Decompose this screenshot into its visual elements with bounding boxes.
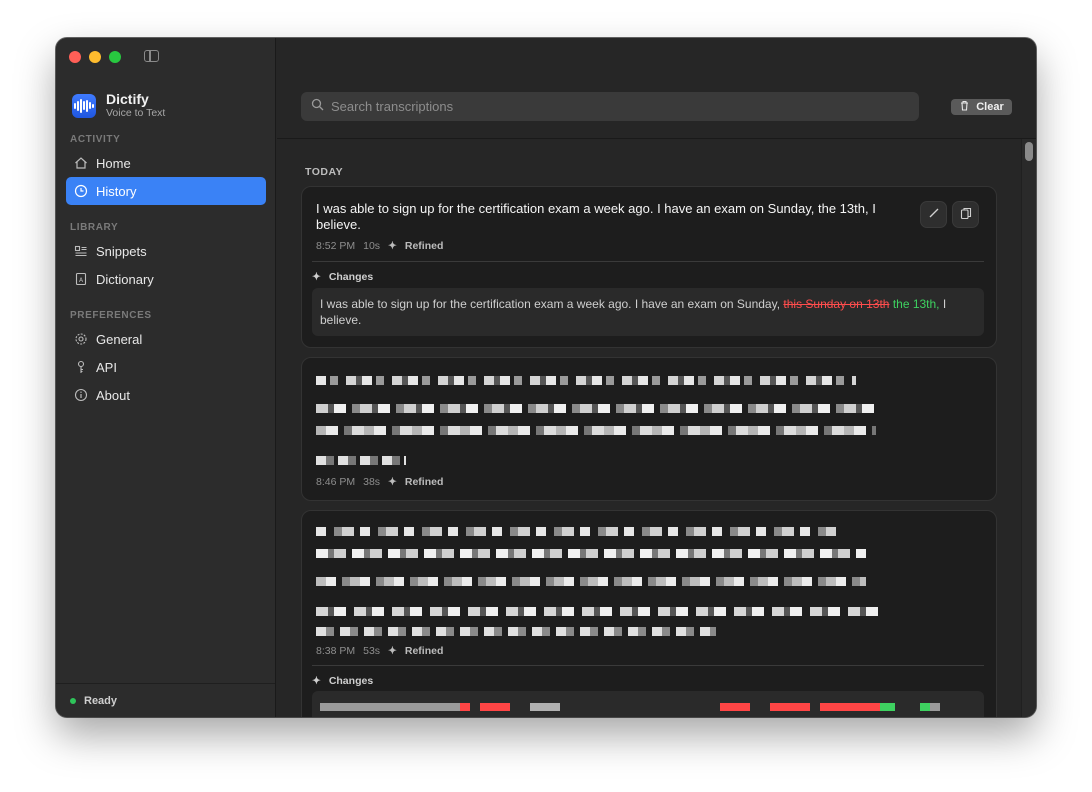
app-window: Dictify Voice to Text ACTIVITY Home Hist… bbox=[56, 38, 1036, 717]
refined-badge: ✦ Refined bbox=[388, 240, 444, 252]
transcription-time: 8:38 PM bbox=[316, 645, 356, 657]
window-controls bbox=[69, 51, 121, 63]
key-icon bbox=[74, 360, 88, 374]
sidebar-item-label: About bbox=[96, 387, 130, 403]
transcription-time: 8:52 PM bbox=[316, 240, 356, 252]
info-icon bbox=[74, 388, 88, 402]
refined-badge: ✦ Refined bbox=[388, 645, 444, 657]
section-label-preferences: PREFERENCES bbox=[70, 310, 152, 321]
search-icon bbox=[311, 98, 324, 116]
section-label-activity: ACTIVITY bbox=[70, 134, 121, 145]
minimize-window-button[interactable] bbox=[89, 51, 101, 63]
changes-header: ✦ Changes bbox=[312, 675, 374, 687]
search-field[interactable] bbox=[301, 92, 919, 121]
transcription-duration: 53s bbox=[363, 645, 381, 657]
zoom-window-button[interactable] bbox=[109, 51, 121, 63]
transcription-time: 8:46 PM bbox=[316, 476, 356, 488]
app-brand: Dictify Voice to Text bbox=[72, 92, 165, 119]
clock-icon bbox=[74, 184, 88, 198]
sidebar-item-label: Dictionary bbox=[96, 271, 154, 287]
sparkle-icon: ✦ bbox=[388, 476, 397, 488]
status-indicator-icon bbox=[70, 697, 76, 704]
pencil-icon bbox=[928, 207, 940, 222]
changes-diff bbox=[312, 691, 984, 717]
divider bbox=[312, 665, 984, 666]
gear-icon bbox=[74, 332, 88, 346]
divider bbox=[312, 261, 984, 262]
transcription-meta: 8:38 PM 53s ✦ Refined bbox=[316, 645, 443, 657]
refined-badge: ✦ Refined bbox=[388, 476, 444, 488]
status-text: Ready bbox=[84, 694, 118, 707]
status-bar: Ready bbox=[56, 683, 275, 717]
history-list: TODAY I was able to sign up for the cert… bbox=[277, 139, 1036, 717]
sidebar-item-label: Home bbox=[96, 155, 131, 171]
toolbar: Clear bbox=[277, 38, 1036, 139]
scroll-thumb[interactable] bbox=[1025, 142, 1033, 161]
transcription-card[interactable]: I was able to sign up for the certificat… bbox=[301, 186, 997, 348]
sparkle-icon: ✦ bbox=[312, 271, 321, 283]
search-input[interactable] bbox=[331, 99, 891, 114]
changes-diff: I was able to sign up for the certificat… bbox=[312, 288, 984, 336]
day-header: TODAY bbox=[305, 166, 344, 178]
sparkle-icon: ✦ bbox=[312, 675, 321, 687]
svg-text:A: A bbox=[79, 277, 84, 284]
transcription-duration: 38s bbox=[363, 476, 381, 488]
sparkle-icon: ✦ bbox=[388, 240, 397, 252]
sidebar-item-history[interactable]: History bbox=[66, 177, 266, 205]
section-label-library: LIBRARY bbox=[70, 222, 119, 233]
sidebar-item-general[interactable]: General bbox=[66, 325, 266, 353]
sidebar-item-dictionary[interactable]: A Dictionary bbox=[66, 265, 266, 293]
house-icon bbox=[74, 156, 88, 170]
transcription-meta: 8:52 PM 10s ✦ Refined bbox=[316, 240, 443, 252]
sidebar: Dictify Voice to Text ACTIVITY Home Hist… bbox=[56, 38, 276, 717]
redacted-diff bbox=[320, 703, 940, 711]
sidebar-item-home[interactable]: Home bbox=[66, 149, 266, 177]
clear-button[interactable]: Clear bbox=[951, 99, 1012, 115]
app-subtitle: Voice to Text bbox=[106, 107, 166, 119]
main-panel: Clear TODAY I was able to sign up for th… bbox=[277, 38, 1036, 717]
diff-unchanged-text: I was able to sign up for the certificat… bbox=[320, 297, 784, 311]
sidebar-toggle-icon[interactable] bbox=[144, 50, 159, 62]
changes-header: ✦ Changes bbox=[312, 271, 374, 283]
sidebar-item-label: API bbox=[96, 359, 117, 375]
waveform-logo-icon bbox=[72, 93, 96, 118]
transcription-meta: 8:46 PM 38s ✦ Refined bbox=[316, 476, 443, 488]
diff-deleted-text: this Sunday on 13th bbox=[783, 297, 890, 311]
edit-button[interactable] bbox=[920, 201, 947, 228]
transcription-duration: 10s bbox=[363, 240, 381, 252]
transcription-text: I was able to sign up for the certificat… bbox=[316, 201, 876, 232]
diff-inserted-text: the 13th, bbox=[892, 297, 940, 311]
trash-icon bbox=[959, 100, 970, 114]
close-window-button[interactable] bbox=[69, 51, 81, 63]
copy-icon bbox=[960, 207, 972, 223]
app-name: Dictify bbox=[106, 91, 149, 107]
sidebar-item-label: General bbox=[96, 331, 143, 347]
clear-button-label: Clear bbox=[976, 101, 1004, 113]
transcription-card[interactable]: 8:46 PM 38s ✦ Refined bbox=[301, 357, 997, 501]
sidebar-item-label: History bbox=[96, 183, 137, 199]
sidebar-item-api[interactable]: API bbox=[66, 353, 266, 381]
list-icon bbox=[74, 244, 88, 258]
scrollbar[interactable] bbox=[1021, 139, 1036, 717]
book-icon: A bbox=[74, 272, 88, 286]
copy-button[interactable] bbox=[952, 201, 979, 228]
transcription-card[interactable]: 8:38 PM 53s ✦ Refined ✦ Changes bbox=[301, 510, 997, 717]
sparkle-icon: ✦ bbox=[388, 645, 397, 657]
sidebar-item-about[interactable]: About bbox=[66, 381, 266, 409]
sidebar-item-snippets[interactable]: Snippets bbox=[66, 237, 266, 265]
sidebar-item-label: Snippets bbox=[96, 243, 147, 259]
